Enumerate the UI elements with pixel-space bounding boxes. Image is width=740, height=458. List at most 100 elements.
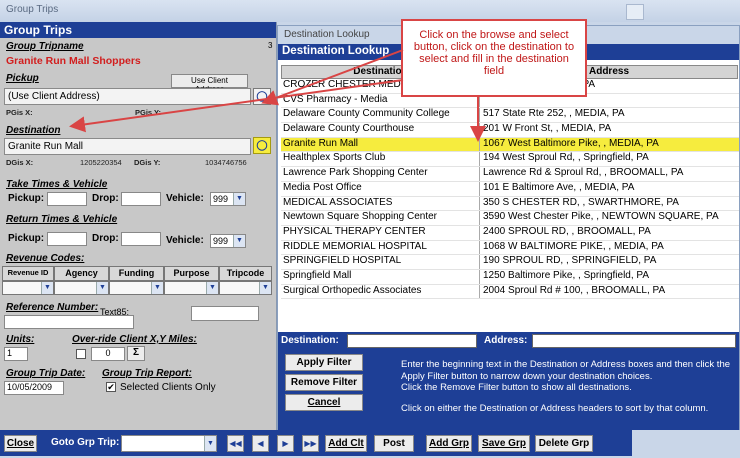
address-cell[interactable]: 190 SPROUL RD, , SPRINGFIELD, PA [480,255,739,269]
destination-cell[interactable]: Lawrence Park Shopping Center [281,167,480,181]
address-cell[interactable]: 1250 Baltimore Pike, , Springfield, PA [480,270,739,284]
remove-filter-button[interactable]: Remove Filter [285,374,363,391]
chevron-down-icon[interactable]: ▼ [206,282,218,294]
take-times-label: Take Times & Vehicle [6,179,108,190]
destination-cell[interactable]: Springfield Mall [281,269,480,284]
revenue-col-funding[interactable]: Funding [109,266,164,281]
funding-select[interactable]: ▼ [109,281,164,295]
address-cell[interactable]: 2004 Sproul Rd # 100, , BROOMALL, PA [480,285,739,299]
revenue-col-purpose[interactable]: Purpose [164,266,219,281]
revenue-id-select[interactable]: ▼ [2,281,54,295]
close-button[interactable]: Close [4,435,37,452]
filter-address-input[interactable] [532,334,736,348]
destination-cell[interactable]: MEDICAL ASSOCIATES [281,196,480,211]
previous-record-icon[interactable]: ◀ [252,435,269,452]
save-group-button[interactable]: Save Grp [478,435,530,452]
address-cell[interactable]: Lawrence Rd & Sproul Rd, , BROOMALL, PA [480,167,739,181]
trip-date-input[interactable]: 10/05/2009 [4,381,64,395]
revenue-col-agency[interactable]: Agency [54,266,109,281]
text85-input[interactable] [191,306,259,321]
purpose-select[interactable]: ▼ [164,281,219,295]
return-pickup-input[interactable] [47,232,87,246]
tripcode-select[interactable]: ▼ [219,281,272,295]
take-vehicle-select[interactable]: 999 ▼ [210,192,246,206]
destination-row[interactable]: Delaware County Community College 517 Sta… [281,108,739,124]
chevron-down-icon[interactable]: ▼ [41,282,53,294]
destination-cell[interactable]: Surgical Orthopedic Associates [281,284,480,299]
apply-filter-button[interactable]: Apply Filter [285,354,363,371]
destination-cell[interactable]: Newtown Square Shopping Center [281,211,480,225]
goto-trip-select[interactable]: ▼ [121,435,217,452]
destination-cell[interactable]: RIDDLE MEMORIAL HOSPITAL [281,240,480,255]
destination-row[interactable]: PHYSICAL THERAPY CENTER 2400 SPROUL RD, ,… [281,225,739,241]
destination-row[interactable]: Newtown Square Shopping Center 3590 West … [281,211,739,226]
post-button[interactable]: Post [374,435,414,452]
destination-row[interactable]: Healthplex Sports Club 194 West Sproul Rd… [281,152,739,168]
destination-row[interactable]: MEDICAL ASSOCIATES 350 S CHESTER RD, , SW… [281,196,739,212]
tripname-count: 3 [268,41,273,50]
return-vehicle-select[interactable]: 999 ▼ [210,234,246,248]
destination-cell[interactable]: Delaware County Courthouse [281,123,480,137]
add-group-button[interactable]: Add Grp [426,435,472,452]
destination-row[interactable]: Springfield Mall 1250 Baltimore Pike, , S… [281,269,739,285]
tripname-value[interactable]: Granite Run Mall Shoppers [6,55,141,67]
filter-destination-input[interactable] [347,334,477,348]
last-record-icon[interactable]: ▶▶ [302,435,319,452]
destination-row[interactable]: Delaware County Courthouse 201 W Front St… [281,123,739,138]
chevron-down-icon[interactable]: ▼ [233,193,245,205]
destination-row[interactable]: Granite Run Mall 1067 West Baltimore Pike… [281,137,739,153]
destination-browse-button[interactable]: ◯ [253,137,271,154]
agency-select[interactable]: ▼ [54,281,109,295]
address-cell[interactable]: 3590 West Chester Pike, , NEWTOWN SQUARE… [480,211,739,225]
pickup-field[interactable]: (Use Client Address) [4,88,251,105]
override-checkbox[interactable] [76,349,86,359]
window-tab[interactable] [626,4,644,20]
next-record-icon[interactable]: ▶ [277,435,294,452]
address-cell[interactable]: 1068 W BALTIMORE PIKE, , MEDIA, PA [480,241,739,255]
chevron-down-icon[interactable]: ▼ [204,436,216,451]
add-client-button[interactable]: Add Clt [325,435,367,452]
chevron-down-icon[interactable]: ▼ [96,282,108,294]
units-input[interactable]: 1 [4,347,28,361]
destination-list: CROZER CHESTER MED CENTERUPLAND, CHESTER… [281,79,739,300]
destination-row[interactable]: Lawrence Park Shopping Center Lawrence Rd… [281,167,739,182]
revenue-col-tripcode[interactable]: Tripcode [219,266,272,281]
reference-number-input[interactable] [4,315,134,329]
destination-cell[interactable]: Media Post Office [281,181,480,196]
binoculars-icon: ◯ [256,91,268,102]
first-record-icon[interactable]: ◀◀ [227,435,244,452]
address-cell[interactable]: 1067 West Baltimore Pike, , MEDIA, PA [480,138,739,152]
delete-group-button[interactable]: Delete Grp [535,435,593,452]
destination-cell[interactable]: Delaware County Community College [281,108,480,123]
use-client-address-button[interactable]: Use Client Address [171,74,248,94]
destination-cell[interactable]: Healthplex Sports Club [281,152,480,167]
revenue-col-id[interactable]: Revenue ID [2,266,54,281]
destination-row[interactable]: RIDDLE MEMORIAL HOSPITAL 1068 W BALTIMORE… [281,240,739,256]
destination-cell[interactable]: Granite Run Mall [281,137,480,152]
address-cell[interactable]: 194 West Sproul Rd, , Springfield, PA [480,152,739,166]
pgis-x-label: PGis X: [6,108,33,117]
selected-clients-checkbox[interactable]: ✔ [106,382,116,392]
chevron-down-icon[interactable]: ▼ [151,282,163,294]
destination-cell[interactable]: PHYSICAL THERAPY CENTER [281,225,480,240]
sigma-button[interactable]: Σ [127,346,145,361]
destination-field[interactable]: Granite Run Mall [4,138,251,155]
destination-row[interactable]: SPRINGFIELD HOSPITAL 190 SPROUL RD, , SPR… [281,255,739,270]
address-cell[interactable]: 350 S CHESTER RD, , SWARTHMORE, PA [480,197,739,211]
address-cell[interactable]: 201 W Front St, , MEDIA, PA [480,123,739,137]
take-pickup-input[interactable] [47,192,87,206]
return-drop-input[interactable] [121,232,161,246]
revenue-codes-grid: Revenue ID Agency Funding Purpose Tripco… [2,266,274,296]
address-cell[interactable]: 517 State Rte 252, , MEDIA, PA [480,108,739,122]
take-drop-input[interactable] [121,192,161,206]
address-cell[interactable]: 101 E Baltimore Ave, , MEDIA, PA [480,182,739,196]
destination-row[interactable]: Surgical Orthopedic Associates 2004 Sprou… [281,284,739,300]
address-cell[interactable]: 2400 SPROUL RD, , BROOMALL, PA [480,226,739,240]
chevron-down-icon[interactable]: ▼ [259,282,271,294]
pickup-browse-button[interactable]: ◯ [253,88,271,105]
destination-cell[interactable]: SPRINGFIELD HOSPITAL [281,255,480,269]
override-miles-input[interactable]: 0 [91,347,125,361]
destination-row[interactable]: Media Post Office 101 E Baltimore Ave, , … [281,181,739,197]
chevron-down-icon[interactable]: ▼ [233,235,245,247]
cancel-button[interactable]: Cancel [285,394,363,411]
